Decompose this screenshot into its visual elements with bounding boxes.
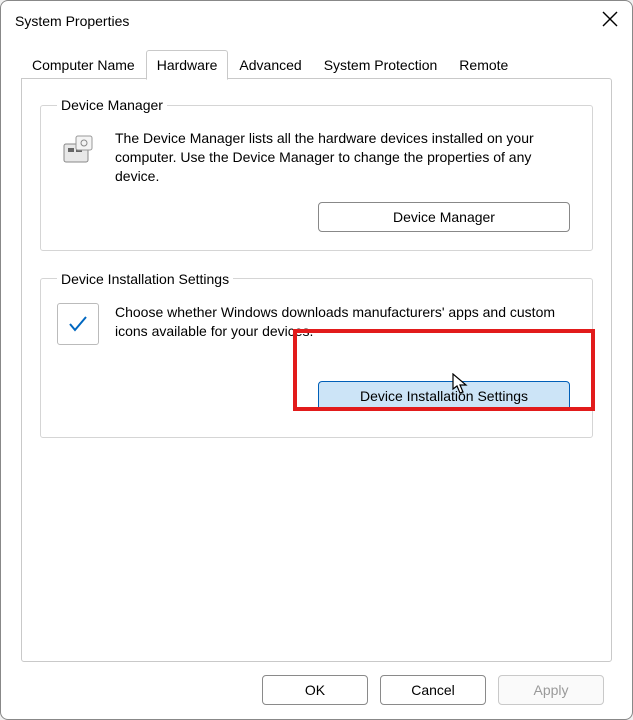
- device-manager-description: The Device Manager lists all the hardwar…: [115, 129, 576, 186]
- device-install-description: Choose whether Windows downloads manufac…: [115, 303, 576, 341]
- device-manager-legend: Device Manager: [57, 97, 167, 113]
- device-manager-icon: [57, 129, 99, 171]
- apply-button: Apply: [498, 675, 604, 705]
- ok-button[interactable]: OK: [262, 675, 368, 705]
- tab-hardware[interactable]: Hardware: [146, 50, 229, 80]
- titlebar: System Properties: [1, 1, 632, 41]
- hardware-device-icon: [58, 130, 98, 170]
- cancel-button[interactable]: Cancel: [380, 675, 486, 705]
- device-manager-button[interactable]: Device Manager: [318, 202, 570, 232]
- device-install-settings-button[interactable]: Device Installation Settings: [318, 381, 570, 411]
- tab-system-protection[interactable]: System Protection: [313, 50, 449, 80]
- check-icon: [67, 313, 89, 335]
- device-install-legend: Device Installation Settings: [57, 271, 233, 287]
- dialog-footer: OK Cancel Apply: [1, 663, 632, 719]
- tab-remote[interactable]: Remote: [448, 50, 519, 80]
- tab-advanced[interactable]: Advanced: [228, 50, 312, 80]
- tab-computer-name[interactable]: Computer Name: [21, 50, 146, 80]
- device-install-group: Device Installation Settings Choose whet…: [40, 271, 593, 438]
- close-icon: [602, 11, 618, 27]
- device-manager-group: Device Manager The Device Manager lists …: [40, 97, 593, 251]
- close-button[interactable]: [602, 11, 618, 32]
- system-properties-window: System Properties Computer Name Hardware…: [0, 0, 633, 720]
- tab-row: Computer Name Hardware Advanced System P…: [1, 45, 632, 79]
- checkmark-box: [57, 303, 99, 345]
- window-title: System Properties: [15, 13, 129, 29]
- tab-content-hardware: Device Manager The Device Manager lists …: [21, 78, 612, 662]
